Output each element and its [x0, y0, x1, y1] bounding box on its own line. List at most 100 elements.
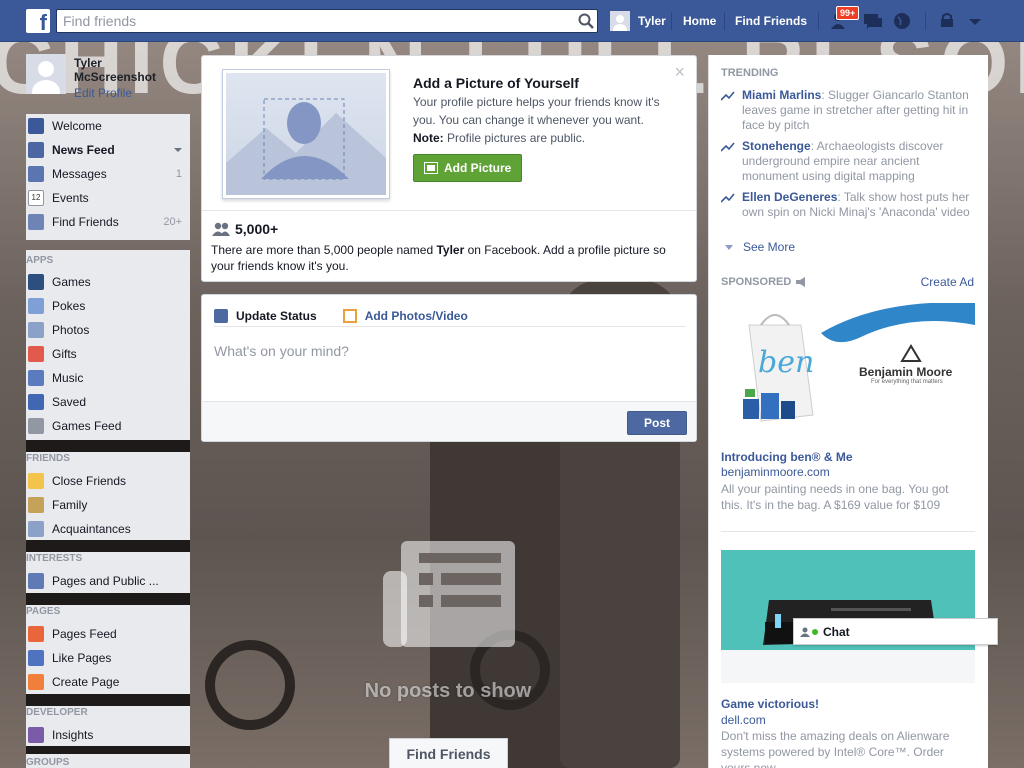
profile-name: Tyler	[638, 14, 666, 28]
star-icon	[28, 473, 44, 489]
photos-icon	[28, 322, 44, 338]
find-friends-link[interactable]: Find Friends	[735, 14, 807, 28]
ad-title[interactable]: Introducing ben® & Me	[721, 450, 853, 464]
messages-icon[interactable]	[862, 11, 884, 31]
silhouette-icon	[226, 98, 386, 195]
sidebar-item-gifts[interactable]: Gifts	[26, 342, 190, 366]
status-input[interactable]: What's on your mind?	[214, 343, 349, 359]
section-header: INTERESTS	[26, 553, 83, 564]
ad-description: All your painting needs in one bag. You …	[721, 482, 949, 512]
create-page-icon	[28, 674, 44, 690]
chevron-down-icon[interactable]	[174, 148, 182, 152]
poke-icon	[28, 298, 44, 314]
search-input[interactable]	[57, 10, 557, 32]
news-feed-icon	[383, 541, 515, 647]
picture-icon	[424, 162, 438, 174]
trending-item[interactable]: Stonehenge: Archaeologists discover unde…	[721, 139, 971, 184]
trending-item[interactable]: Ellen DeGeneres: Talk show host puts her…	[721, 190, 971, 220]
sidebar-item-pokes[interactable]: Pokes	[26, 294, 190, 318]
left-nav-main: Welcome News Feed Messages 1 12 Events F…	[26, 114, 190, 240]
profile-placeholder[interactable]	[222, 69, 390, 199]
count-badge: 1	[175, 168, 182, 180]
section-header: FRIENDS	[26, 453, 70, 464]
gift-icon	[28, 346, 44, 362]
avatar[interactable]	[26, 54, 66, 94]
sidebar-item-pages-feed[interactable]: Pages Feed	[26, 622, 190, 646]
ad-image[interactable]	[721, 550, 975, 683]
facebook-logo[interactable]: f	[26, 9, 50, 33]
ad-domain[interactable]: benjaminmoore.com	[721, 465, 830, 479]
search-icon[interactable]	[577, 12, 595, 30]
search-box	[56, 9, 598, 33]
sidebar-item-messages[interactable]: Messages 1	[26, 162, 190, 186]
acquaintances-icon	[28, 521, 44, 537]
sidebar-item-music[interactable]: Music	[26, 366, 190, 390]
sponsored-header: SPONSORED	[721, 276, 807, 288]
sidebar-item-saved[interactable]: Saved	[26, 390, 190, 414]
megaphone-icon	[796, 277, 806, 287]
sidebar-item-games-feed[interactable]: Games Feed	[26, 414, 190, 438]
sidebar-item-close-friends[interactable]: Close Friends	[26, 469, 190, 493]
left-nav-pages: PAGES Pages Feed Like Pages Create Page	[26, 605, 190, 694]
calendar-icon: 12	[28, 190, 44, 206]
profile-link[interactable]: Tyler	[610, 10, 666, 32]
empty-feed-message: No posts to show	[364, 680, 532, 702]
ad-tagline: For everything that matters	[871, 379, 943, 385]
tab-update-status[interactable]: Update Status	[214, 305, 317, 326]
sidebar-item-photos[interactable]: Photos	[26, 318, 190, 342]
ad-image[interactable]: ben Benjamin Moore For everything that m…	[721, 303, 975, 425]
top-bar: f Tyler Home Find Friends 99+	[0, 0, 1024, 42]
sidebar-item-insights[interactable]: Insights	[26, 723, 190, 747]
trending-item[interactable]: Miami Marlins: Slugger Giancarlo Stanton…	[721, 88, 971, 133]
ad-domain[interactable]: dell.com	[721, 713, 766, 727]
privacy-shortcuts-icon[interactable]	[938, 11, 960, 31]
online-dot	[812, 628, 818, 635]
sidebar-item-family[interactable]: Family	[26, 493, 190, 517]
post-button[interactable]: Post	[627, 411, 687, 435]
find-friends-button[interactable]: Find Friends	[389, 738, 508, 768]
ad-title[interactable]: Game victorious!	[721, 697, 819, 711]
sidebar-item-events[interactable]: 12 Events	[26, 186, 190, 210]
sidebar-item-find-friends[interactable]: Find Friends 20+	[26, 210, 190, 234]
settings-dropdown-icon[interactable]	[964, 11, 986, 31]
rss-icon	[28, 573, 44, 589]
ad-bag-text: ben	[758, 345, 815, 380]
sidebar-item-games[interactable]: Games	[26, 270, 190, 294]
insights-icon	[28, 727, 44, 743]
left-nav-apps: APPS Games Pokes Photos Gifts Music Save…	[26, 250, 190, 440]
people-icon	[212, 222, 230, 236]
trending-header: TRENDING	[721, 67, 779, 79]
bookmark-icon	[28, 394, 44, 410]
person-icon	[800, 627, 810, 637]
pages-feed-icon	[28, 626, 44, 642]
globe-icon[interactable]	[892, 11, 914, 31]
facebook-icon	[28, 118, 44, 134]
see-more-link[interactable]: See More	[721, 240, 795, 254]
sidebar-item-create-page[interactable]: Create Page	[26, 670, 190, 694]
left-nav-interests: INTERESTS Pages and Public ...	[26, 552, 190, 593]
profile-name[interactable]: Tyler McScreenshot	[74, 56, 184, 84]
add-picture-button[interactable]: Add Picture	[413, 154, 522, 182]
close-icon[interactable]: ×	[674, 63, 685, 81]
sidebar-item-news-feed[interactable]: News Feed	[26, 138, 190, 162]
add-picture-card: Add a Picture of Yourself Your profile p…	[201, 55, 697, 282]
tab-add-photos[interactable]: Add Photos/Video	[342, 305, 468, 326]
left-profile: Tyler McScreenshot Edit Profile	[26, 54, 190, 104]
sidebar-item-welcome[interactable]: Welcome	[26, 114, 190, 138]
sidebar-item-pages-public[interactable]: Pages and Public ...	[26, 569, 190, 593]
ad-brand: Benjamin Moore	[859, 365, 953, 379]
section-header: DEVELOPER	[26, 707, 88, 718]
controller-icon	[28, 418, 44, 434]
trending-icon	[721, 91, 735, 101]
edit-profile-link[interactable]: Edit Profile	[74, 86, 132, 100]
home-link[interactable]: Home	[683, 14, 716, 28]
sidebar-item-acquaintances[interactable]: Acquaintances	[26, 517, 190, 541]
create-ad-link[interactable]: Create Ad	[921, 275, 974, 289]
sidebar-item-like-pages[interactable]: Like Pages	[26, 646, 190, 670]
section-header: APPS	[26, 255, 54, 266]
name-count: 5,000+	[211, 221, 278, 237]
chat-tab[interactable]: Chat	[793, 618, 998, 645]
music-icon	[28, 370, 44, 386]
news-feed-icon	[28, 142, 44, 158]
right-column: TRENDING Miami Marlins: Slugger Giancarl…	[708, 55, 988, 768]
